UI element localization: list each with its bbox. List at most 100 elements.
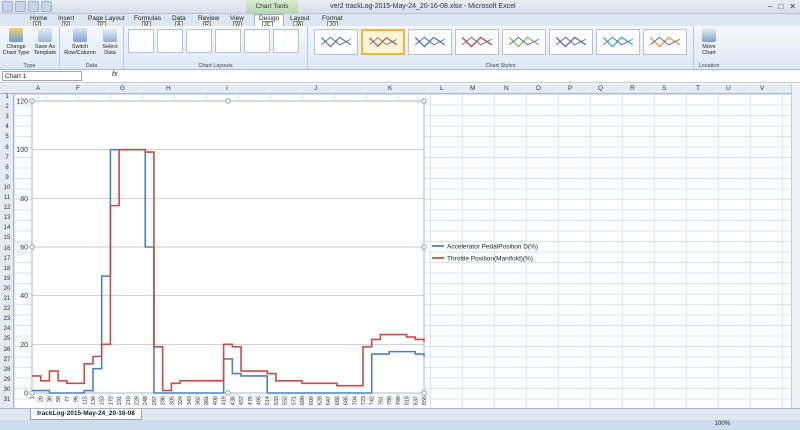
column-header-m[interactable]: M — [470, 85, 475, 92]
column-header-t[interactable]: T — [696, 85, 700, 92]
minimize-button[interactable]: – — [768, 2, 772, 11]
x-tick-label: 552 — [283, 396, 289, 405]
undo-icon[interactable] — [28, 1, 39, 12]
change-chart-type-button[interactable]: Change Chart Type — [2, 28, 30, 56]
row-header-8[interactable]: 8 — [0, 165, 14, 171]
maximize-button[interactable]: □ — [778, 2, 783, 11]
x-tick-label: 799 — [396, 396, 402, 405]
x-tick-label: 628 — [317, 396, 323, 405]
chart-resize-handle[interactable] — [421, 244, 427, 250]
x-tick-label: 324 — [178, 396, 184, 405]
row-header-31[interactable]: 31 — [0, 397, 14, 403]
row-header-30[interactable]: 30 — [0, 387, 14, 393]
column-header-i[interactable]: I — [226, 85, 228, 92]
x-tick-label: 229 — [135, 396, 141, 405]
row-header-21[interactable]: 21 — [0, 296, 14, 302]
row-header-19[interactable]: 19 — [0, 276, 14, 282]
row-header-26[interactable]: 26 — [0, 347, 14, 353]
row-header-17[interactable]: 17 — [0, 256, 14, 262]
x-tick-label: 362 — [196, 396, 202, 405]
row-header-6[interactable]: 6 — [0, 145, 14, 151]
chart-layout-3[interactable] — [186, 29, 212, 53]
tab-page-layout[interactable]: Page Layout — [88, 15, 125, 22]
chart-style-3[interactable] — [408, 29, 452, 55]
row-header-25[interactable]: 25 — [0, 336, 14, 342]
row-header-9[interactable]: 9 — [0, 175, 14, 181]
switch-row-column-button[interactable]: Switch Row/Column — [64, 28, 96, 56]
row-header-14[interactable]: 14 — [0, 225, 14, 231]
chart-style-1[interactable] — [314, 29, 358, 55]
legend-label: Throttle Position(Manifold)(%) — [447, 256, 533, 263]
chart-resize-handle[interactable] — [29, 390, 35, 396]
chart-style-7[interactable] — [596, 29, 640, 55]
row-header-20[interactable]: 20 — [0, 286, 14, 292]
row-header-22[interactable]: 22 — [0, 306, 14, 312]
row-header-2[interactable]: 2 — [0, 104, 14, 110]
template-icon — [38, 28, 52, 42]
row-header-18[interactable]: 18 — [0, 266, 14, 272]
chart-resize-handle[interactable] — [225, 390, 231, 396]
chart-resize-handle[interactable] — [29, 98, 35, 104]
zoom-level[interactable]: 100% — [715, 421, 730, 427]
column-header-k[interactable]: K — [388, 85, 392, 92]
column-header-q[interactable]: Q — [598, 85, 603, 92]
row-header-23[interactable]: 23 — [0, 316, 14, 322]
column-header-p[interactable]: P — [568, 85, 572, 92]
chart-layout-1[interactable] — [128, 29, 154, 53]
save-icon[interactable] — [15, 1, 26, 12]
row-header-29[interactable]: 29 — [0, 377, 14, 383]
chart-resize-handle[interactable] — [421, 390, 427, 396]
chart-resize-handle[interactable] — [421, 98, 427, 104]
save-as-template-button[interactable]: Save As Template — [31, 28, 59, 56]
row-header-10[interactable]: 10 — [0, 185, 14, 191]
office-button-icon[interactable] — [2, 1, 13, 12]
row-header-1[interactable]: 1 — [0, 94, 14, 100]
redo-icon[interactable] — [41, 1, 52, 12]
row-header-3[interactable]: 3 — [0, 114, 14, 120]
column-header-s[interactable]: S — [662, 85, 666, 92]
chart-style-4[interactable] — [455, 29, 499, 55]
column-header-u[interactable]: U — [726, 85, 731, 92]
chart-type-icon — [9, 28, 23, 42]
x-tick-label: 381 — [204, 396, 210, 405]
row-header-24[interactable]: 24 — [0, 326, 14, 332]
chart-style-2[interactable] — [361, 29, 405, 55]
fx-icon[interactable]: fx — [112, 71, 117, 78]
column-header-f[interactable]: F — [76, 85, 80, 92]
row-header-4[interactable]: 4 — [0, 124, 14, 130]
row-header-12[interactable]: 12 — [0, 205, 14, 211]
row-header-15[interactable]: 15 — [0, 235, 14, 241]
chart-layout-5[interactable] — [244, 29, 270, 53]
row-header-7[interactable]: 7 — [0, 155, 14, 161]
column-header-o[interactable]: O — [536, 85, 541, 92]
chart-resize-handle[interactable] — [29, 244, 35, 250]
vertical-scrollbar[interactable] — [791, 84, 800, 408]
column-header-g[interactable]: G — [120, 85, 125, 92]
select-data-button[interactable]: Select Data — [98, 28, 122, 56]
row-header-27[interactable]: 27 — [0, 357, 14, 363]
column-header-r[interactable]: R — [630, 85, 635, 92]
row-header-16[interactable]: 16 — [0, 246, 14, 252]
column-header-a[interactable]: A — [36, 85, 40, 92]
column-header-h[interactable]: H — [166, 85, 171, 92]
row-header-5[interactable]: 5 — [0, 134, 14, 140]
column-header-v[interactable]: V — [760, 85, 764, 92]
row-header-28[interactable]: 28 — [0, 367, 14, 373]
column-header-l[interactable]: L — [440, 85, 444, 92]
move-chart-button[interactable]: Move Chart — [696, 28, 722, 56]
close-button[interactable]: ✕ — [789, 2, 796, 11]
column-header-j[interactable]: J — [314, 85, 317, 92]
chart-layout-6[interactable] — [273, 29, 299, 53]
chart-layout-4[interactable] — [215, 29, 241, 53]
chart-style-6[interactable] — [549, 29, 593, 55]
name-box[interactable]: Chart 1 — [2, 71, 82, 81]
chart-style-5[interactable] — [502, 29, 546, 55]
chart-layout-2[interactable] — [157, 29, 183, 53]
column-header-n[interactable]: N — [504, 85, 509, 92]
sheet-tab[interactable]: trackLog-2015-May-24_20-16-08 — [30, 409, 142, 420]
chart-style-8[interactable] — [643, 29, 687, 55]
row-header-11[interactable]: 11 — [0, 195, 14, 201]
line-chart[interactable]: 020406080100120 1 20 39 58 77 96 115 134 153 172 1… — [14, 97, 540, 407]
row-header-13[interactable]: 13 — [0, 215, 14, 221]
chart-resize-handle[interactable] — [225, 98, 231, 104]
